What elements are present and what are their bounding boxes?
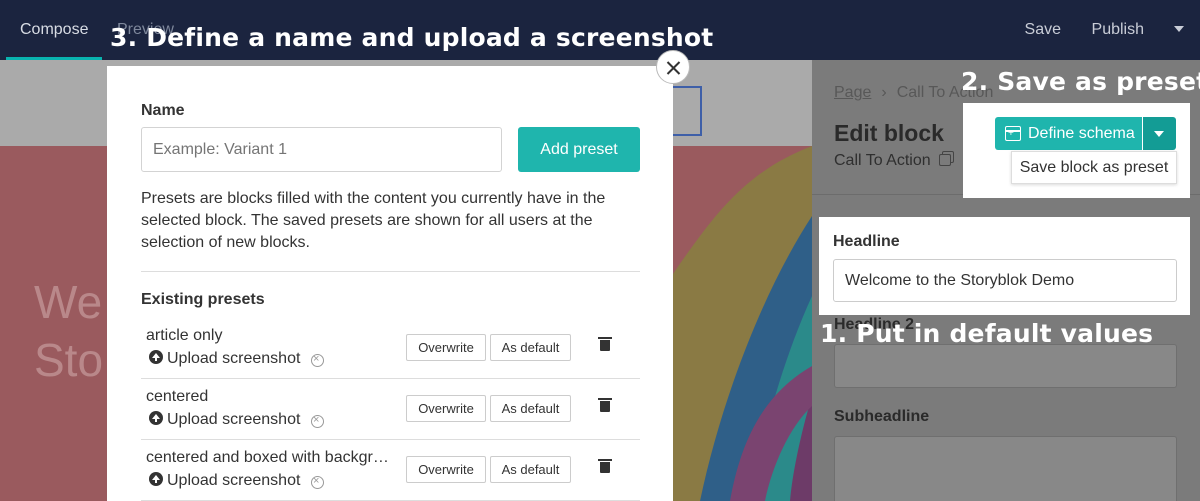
name-label: Name: [141, 102, 185, 119]
remove-screenshot-icon[interactable]: [311, 413, 324, 428]
preset-row: centered Upload screenshot Overwrite As …: [141, 379, 640, 440]
upload-screenshot-link[interactable]: Upload screenshot: [149, 472, 300, 490]
annotation-step-1: 1. Put in default values: [820, 319, 1154, 348]
headline-input[interactable]: Welcome to the Storyblok Demo: [833, 259, 1177, 302]
save-block-as-preset-item[interactable]: Save block as preset: [1011, 151, 1177, 184]
annotation-step-3: 3. Define a name and upload a screenshot: [110, 23, 714, 52]
hero-headline-line1: We: [34, 276, 103, 328]
preview-selection-frame: [672, 86, 702, 136]
preset-name-input[interactable]: [141, 127, 502, 172]
add-preset-button[interactable]: Add preset: [518, 127, 640, 172]
tab-compose[interactable]: Compose: [5, 0, 104, 60]
upload-screenshot-link[interactable]: Upload screenshot: [149, 350, 300, 368]
headline-label: Headline: [833, 233, 900, 250]
preset-name: centered: [146, 388, 209, 405]
upload-icon: [149, 411, 163, 425]
preset-name: centered and boxed with background: [146, 449, 394, 466]
preset-name: article only: [146, 327, 223, 344]
upload-icon: [149, 472, 163, 486]
presets-description: Presets are blocks filled with the conte…: [141, 190, 606, 251]
chevron-right-icon: ›: [881, 84, 887, 101]
copy-icon[interactable]: [938, 154, 951, 166]
upload-screenshot-link[interactable]: Upload screenshot: [149, 411, 300, 429]
overwrite-button[interactable]: Overwrite: [406, 395, 486, 422]
schema-icon: [1005, 126, 1021, 141]
chevron-down-icon[interactable]: [1174, 26, 1184, 32]
preset-row: centered and boxed with background Uploa…: [141, 440, 640, 501]
hero-headline-line2: Sto: [34, 334, 104, 386]
divider: [141, 271, 640, 272]
trash-icon[interactable]: [598, 398, 612, 413]
page-title: Edit block: [834, 120, 944, 146]
as-default-button[interactable]: As default: [490, 334, 571, 361]
breadcrumb-page-link[interactable]: Page: [834, 84, 871, 101]
define-schema-button[interactable]: Define schema: [995, 117, 1142, 150]
trash-icon[interactable]: [598, 459, 612, 474]
publish-button[interactable]: Publish: [1092, 0, 1144, 60]
subheadline-label: Subheadline: [834, 408, 930, 425]
existing-presets-heading: Existing presets: [141, 291, 265, 308]
close-icon[interactable]: [656, 50, 690, 84]
block-type-label: Call To Action: [834, 152, 951, 170]
as-default-button[interactable]: As default: [490, 395, 571, 422]
remove-screenshot-icon[interactable]: [311, 352, 324, 367]
overwrite-button[interactable]: Overwrite: [406, 334, 486, 361]
schema-dropdown-toggle[interactable]: [1143, 117, 1176, 150]
save-preset-modal: Name Add preset Presets are blocks fille…: [107, 66, 673, 501]
headline-2-input[interactable]: [834, 344, 1177, 388]
upload-icon: [149, 350, 163, 364]
headline-highlight: Headline Welcome to the Storyblok Demo: [819, 217, 1190, 315]
subheadline-input[interactable]: [834, 436, 1177, 501]
as-default-button[interactable]: As default: [490, 456, 571, 483]
trash-icon[interactable]: [598, 337, 612, 352]
overwrite-button[interactable]: Overwrite: [406, 456, 486, 483]
preset-row: article only Upload screenshot Overwrite…: [141, 318, 640, 379]
remove-screenshot-icon[interactable]: [311, 474, 324, 489]
save-button[interactable]: Save: [1025, 0, 1061, 60]
annotation-step-2: 2. Save as preset: [961, 67, 1200, 96]
